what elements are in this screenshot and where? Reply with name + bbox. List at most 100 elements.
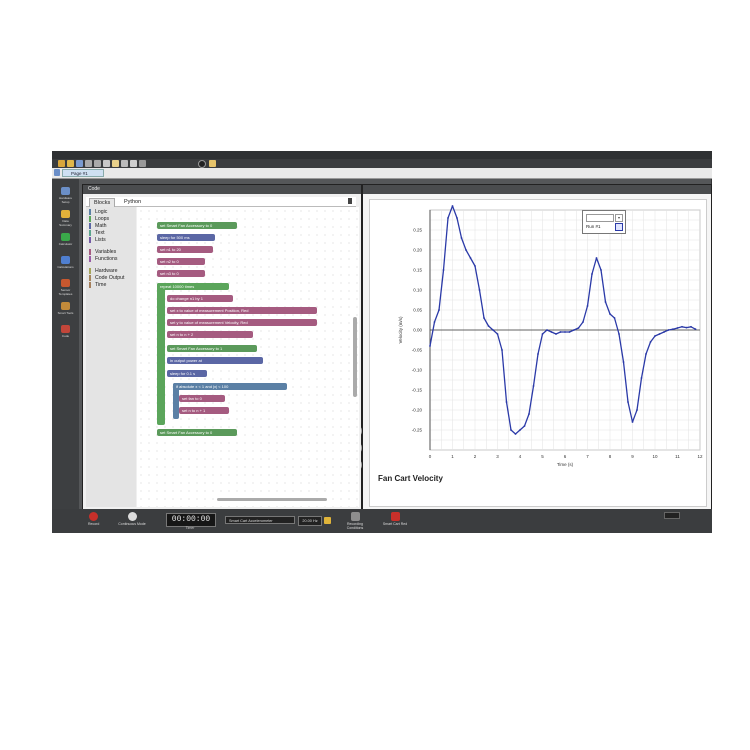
data-point[interactable] xyxy=(550,331,553,333)
data-point[interactable] xyxy=(483,317,485,319)
data-point[interactable] xyxy=(532,385,535,387)
code-block[interactable]: set n2 to 0 xyxy=(157,258,205,265)
data-point[interactable] xyxy=(636,409,638,411)
category-item[interactable]: Lists xyxy=(89,237,106,243)
category-item[interactable]: Variables xyxy=(89,249,116,255)
workspace-vertical-scrollbar[interactable] xyxy=(353,317,357,397)
data-point[interactable] xyxy=(676,327,679,329)
data-point[interactable] xyxy=(429,345,431,347)
data-point[interactable] xyxy=(433,321,436,323)
category-item[interactable]: Time xyxy=(89,282,106,288)
data-point[interactable] xyxy=(577,327,580,329)
data-point[interactable] xyxy=(631,421,634,423)
data-point[interactable] xyxy=(487,325,490,327)
code-block[interactable]: repeat 10000 times xyxy=(157,283,229,290)
category-item[interactable]: Code Output xyxy=(89,275,124,281)
data-point[interactable] xyxy=(672,328,674,331)
tab-python[interactable]: Python xyxy=(120,198,145,206)
code-block[interactable]: set n3 to 0 xyxy=(157,270,205,277)
data-point[interactable] xyxy=(658,333,661,335)
data-point[interactable] xyxy=(496,333,499,335)
category-item[interactable]: Hardware xyxy=(89,268,118,274)
data-point[interactable] xyxy=(460,237,463,239)
data-point[interactable] xyxy=(519,429,521,431)
open-folder-icon[interactable] xyxy=(67,160,74,167)
blocks-workspace[interactable]: ○ + − set Smart Fan Accessory to 0sleep … xyxy=(137,207,377,510)
data-point[interactable] xyxy=(465,249,467,251)
category-item[interactable]: Text xyxy=(89,230,105,236)
data-point[interactable] xyxy=(501,349,503,351)
data-point[interactable] xyxy=(537,353,539,355)
repeat-block-wrapper[interactable] xyxy=(157,283,165,425)
rail-item[interactable]: Data Summary xyxy=(56,210,75,227)
data-point[interactable] xyxy=(582,321,584,323)
code-block[interactable]: set Smart Fan Accessory to 0 xyxy=(157,222,237,229)
code-block[interactable]: set x to value of measurement Position, … xyxy=(167,307,317,314)
data-point[interactable] xyxy=(447,217,449,219)
data-point[interactable] xyxy=(595,257,598,259)
zoom-icon[interactable] xyxy=(103,160,110,167)
data-point[interactable] xyxy=(685,326,688,329)
data-point[interactable] xyxy=(573,329,575,331)
data-point[interactable] xyxy=(591,273,593,275)
data-point[interactable] xyxy=(586,305,589,307)
data-point[interactable] xyxy=(451,205,454,207)
undo-icon[interactable] xyxy=(85,160,92,167)
category-item[interactable]: Loops xyxy=(89,216,109,222)
tab-page-1[interactable]: Page #1 xyxy=(62,169,104,177)
sensor-button[interactable]: Smart Cart Red xyxy=(382,512,408,526)
data-point[interactable] xyxy=(555,333,557,335)
code-block[interactable]: set fan to 0 xyxy=(179,395,225,402)
code-block[interactable]: set Smart Fan Accessory to 1 xyxy=(167,345,257,352)
data-point[interactable] xyxy=(618,333,620,335)
tabs-menu-icon[interactable] xyxy=(348,198,352,204)
data-point[interactable] xyxy=(438,309,440,311)
data-point[interactable] xyxy=(645,353,647,355)
rail-item[interactable]: Calculator xyxy=(56,233,75,246)
data-point[interactable] xyxy=(514,433,517,435)
data-point[interactable] xyxy=(649,341,652,343)
data-point[interactable] xyxy=(474,265,476,267)
print-icon[interactable] xyxy=(130,160,137,167)
data-point[interactable] xyxy=(528,413,530,415)
data-point[interactable] xyxy=(681,325,683,328)
sensor-select[interactable]: Smart Cart Accelerometer xyxy=(225,516,295,524)
code-block[interactable]: set n1 to 20 xyxy=(157,246,213,253)
data-point[interactable] xyxy=(694,328,697,331)
code-block[interactable]: set n to n + 2 xyxy=(167,331,253,338)
data-point[interactable] xyxy=(609,313,611,315)
measurement-selector[interactable] xyxy=(586,214,614,222)
run-color-icon[interactable] xyxy=(615,223,623,231)
data-point[interactable] xyxy=(627,401,629,403)
code-block[interactable]: set y to value of measurement Velocity, … xyxy=(167,319,317,326)
code-block[interactable]: set Smart Fan Accessory to 0 xyxy=(157,429,237,436)
code-block[interactable]: sleep for 500 ms xyxy=(157,234,215,241)
redo-icon[interactable] xyxy=(94,160,101,167)
help-icon[interactable] xyxy=(198,160,206,168)
legend-dropdown-icon[interactable]: ▾ xyxy=(615,214,623,222)
data-point[interactable] xyxy=(469,257,472,259)
data-point[interactable] xyxy=(604,301,607,303)
save-icon[interactable] xyxy=(76,160,83,167)
rail-item[interactable]: Smart Tools xyxy=(56,302,75,315)
record-button[interactable]: Record xyxy=(88,512,99,526)
data-point[interactable] xyxy=(510,429,512,431)
velocity-chart[interactable]: 0 1 2 3 4 5 6 7 8 9 10 11 120.250.200.150.100.050.00… xyxy=(370,200,706,506)
tab-blocks[interactable]: Blocks xyxy=(89,198,116,207)
code-block[interactable]: set n to n + 1 xyxy=(179,407,229,414)
data-point[interactable] xyxy=(640,377,643,379)
graph-legend[interactable]: ▾ Run #1 xyxy=(582,210,626,234)
sample-rate-field[interactable]: 20.00 Hz xyxy=(298,516,322,526)
data-point[interactable] xyxy=(613,317,616,319)
journal-icon[interactable] xyxy=(209,160,216,167)
data-point[interactable] xyxy=(546,329,548,331)
copy-icon[interactable] xyxy=(112,160,119,167)
code-block[interactable]: in output power at xyxy=(167,357,263,364)
new-file-icon[interactable] xyxy=(58,160,65,167)
data-point[interactable] xyxy=(663,331,665,333)
workspace-horizontal-scrollbar[interactable] xyxy=(217,498,327,501)
category-item[interactable]: Functions xyxy=(89,256,118,262)
data-point[interactable] xyxy=(478,289,481,291)
data-point[interactable] xyxy=(456,217,458,219)
data-point[interactable] xyxy=(505,401,508,403)
